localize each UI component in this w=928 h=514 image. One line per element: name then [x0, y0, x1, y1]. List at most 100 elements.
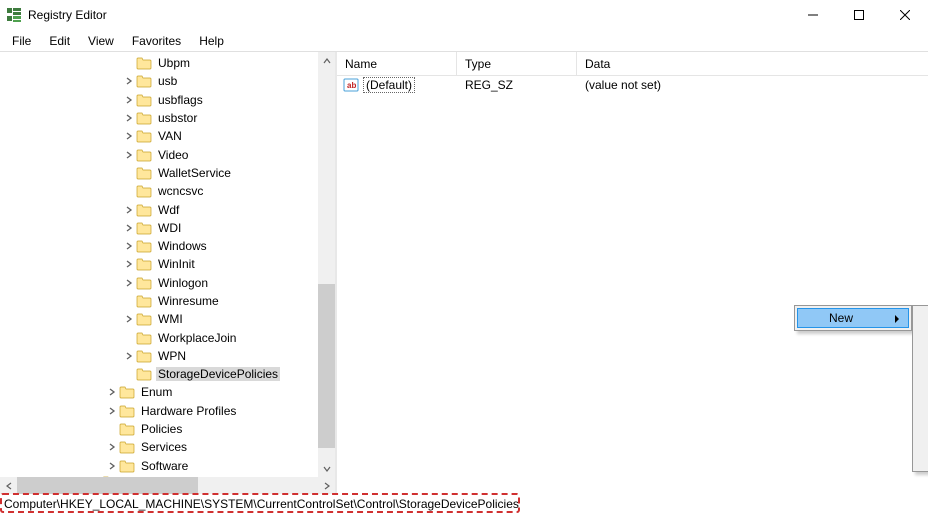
expand-glyph-icon[interactable]	[105, 403, 119, 419]
folder-icon	[136, 221, 152, 235]
folder-icon	[119, 404, 135, 418]
tree-item[interactable]: Winresume	[0, 292, 318, 310]
tree-item[interactable]: Ubpm	[0, 54, 318, 72]
tree-item[interactable]: Services	[0, 438, 318, 456]
expand-glyph-icon[interactable]	[122, 73, 136, 89]
tree-item[interactable]: Hardware Profiles	[0, 402, 318, 420]
tree-item-label: Policies	[139, 422, 184, 436]
minimize-button[interactable]	[790, 0, 836, 30]
tree-item-label: Services	[139, 440, 189, 454]
tree-item[interactable]: Enum	[0, 383, 318, 401]
no-expand-icon	[122, 366, 136, 382]
menu-file[interactable]: File	[4, 32, 39, 50]
tree-item-label: Winlogon	[156, 276, 210, 290]
tree-item[interactable]: Software	[0, 457, 318, 475]
tree-pane: Ubpmusb usbflags usbstor VAN VideoWalletServ…	[0, 52, 335, 494]
expand-glyph-icon[interactable]	[122, 256, 136, 272]
folder-icon	[119, 422, 135, 436]
tree-item[interactable]: WDI	[0, 219, 318, 237]
values-list[interactable]: ab(Default)REG_SZ(value not set)	[337, 76, 928, 94]
folder-icon	[136, 257, 152, 271]
expand-glyph-icon[interactable]	[122, 92, 136, 108]
app-icon	[6, 7, 22, 23]
tree-item[interactable]: usb	[0, 72, 318, 90]
menu-view[interactable]: View	[80, 32, 122, 50]
hscroll-track[interactable]	[17, 477, 318, 494]
tree-item[interactable]: wcncsvc	[0, 182, 318, 200]
context-submenu-new: Key String Value Binary Value DWORD (32-…	[912, 305, 928, 472]
expand-glyph-icon[interactable]	[122, 238, 136, 254]
expand-glyph-icon[interactable]	[122, 110, 136, 126]
vscroll-track[interactable]	[318, 69, 335, 460]
expand-glyph-icon[interactable]	[105, 458, 119, 474]
main-split: Ubpmusb usbflags usbstor VAN VideoWalletServ…	[0, 51, 928, 494]
context-item-binary[interactable]: Binary Value	[915, 359, 928, 381]
context-item-key[interactable]: Key	[915, 308, 928, 330]
tree-vscrollbar[interactable]	[318, 52, 335, 477]
tree-item[interactable]: WinInit	[0, 255, 318, 273]
expand-glyph-icon[interactable]	[122, 202, 136, 218]
column-data[interactable]: Data	[577, 52, 928, 75]
expand-glyph-icon[interactable]	[122, 275, 136, 291]
tree-item[interactable]: WPN	[0, 347, 318, 365]
expand-glyph-icon[interactable]	[122, 311, 136, 327]
value-name: (Default)	[363, 78, 457, 92]
menu-help[interactable]: Help	[191, 32, 232, 50]
registry-tree[interactable]: Ubpmusb usbflags usbstor VAN VideoWalletServ…	[0, 52, 318, 477]
expand-glyph-icon[interactable]	[122, 147, 136, 163]
scroll-left-button[interactable]	[0, 477, 17, 494]
menu-edit[interactable]: Edit	[41, 32, 78, 50]
folder-icon	[136, 331, 152, 345]
context-item-string[interactable]: String Value	[915, 337, 928, 359]
column-name[interactable]: Name	[337, 52, 457, 75]
status-path: Computer\HKEY_LOCAL_MACHINE\SYSTEM\Curre…	[4, 497, 519, 511]
tree-item[interactable]: VAN	[0, 127, 318, 145]
vscroll-thumb[interactable]	[318, 284, 335, 448]
menu-favorites[interactable]: Favorites	[124, 32, 189, 50]
tree-item-label: usbflags	[156, 93, 205, 107]
tree-item[interactable]: Video	[0, 145, 318, 163]
tree-item-label: wcncsvc	[156, 184, 205, 198]
no-expand-icon	[122, 183, 136, 199]
folder-icon	[136, 148, 152, 162]
tree-item[interactable]: usbstor	[0, 109, 318, 127]
values-pane: Name Type Data ab(Default)REG_SZ(value n…	[335, 52, 928, 494]
context-item-qword[interactable]: QWORD (64-bit) Value	[915, 403, 928, 425]
tree-item[interactable]: Winlogon	[0, 274, 318, 292]
tree-item[interactable]: WorkplaceJoin	[0, 328, 318, 346]
hscroll-thumb[interactable]	[17, 477, 198, 494]
folder-icon	[136, 93, 152, 107]
tree-item[interactable]: WalletService	[0, 164, 318, 182]
column-type[interactable]: Type	[457, 52, 577, 75]
no-expand-icon	[122, 55, 136, 71]
scroll-right-button[interactable]	[318, 477, 335, 494]
tree-item-label: VAN	[156, 129, 184, 143]
value-row[interactable]: ab(Default)REG_SZ(value not set)	[337, 76, 928, 94]
tree-item[interactable]: Wdf	[0, 200, 318, 218]
values-header: Name Type Data	[337, 52, 928, 76]
no-expand-icon	[122, 330, 136, 346]
context-menu-new[interactable]: New	[797, 308, 909, 328]
value-data: (value not set)	[577, 78, 661, 92]
tree-item[interactable]: StorageDevicePolicies	[0, 365, 318, 383]
tree-item[interactable]: Windows	[0, 237, 318, 255]
tree-hscrollbar[interactable]	[0, 477, 335, 494]
context-item-multistring[interactable]: Multi-String Value	[915, 425, 928, 447]
expand-glyph-icon[interactable]	[122, 128, 136, 144]
folder-icon	[136, 129, 152, 143]
expand-glyph-icon[interactable]	[122, 220, 136, 236]
scroll-up-button[interactable]	[318, 52, 335, 69]
maximize-button[interactable]	[836, 0, 882, 30]
tree-item[interactable]: Policies	[0, 420, 318, 438]
expand-glyph-icon[interactable]	[122, 348, 136, 364]
expand-glyph-icon[interactable]	[105, 439, 119, 455]
titlebar: Registry Editor	[0, 0, 928, 30]
close-button[interactable]	[882, 0, 928, 30]
context-item-dword[interactable]: DWORD (32-bit) Value	[915, 381, 928, 403]
context-item-expandstring[interactable]: Expandable String Value	[915, 447, 928, 469]
tree-item[interactable]: usbflags	[0, 91, 318, 109]
expand-glyph-icon[interactable]	[105, 384, 119, 400]
scroll-down-button[interactable]	[318, 460, 335, 477]
no-expand-icon	[105, 421, 119, 437]
tree-item[interactable]: WMI	[0, 310, 318, 328]
